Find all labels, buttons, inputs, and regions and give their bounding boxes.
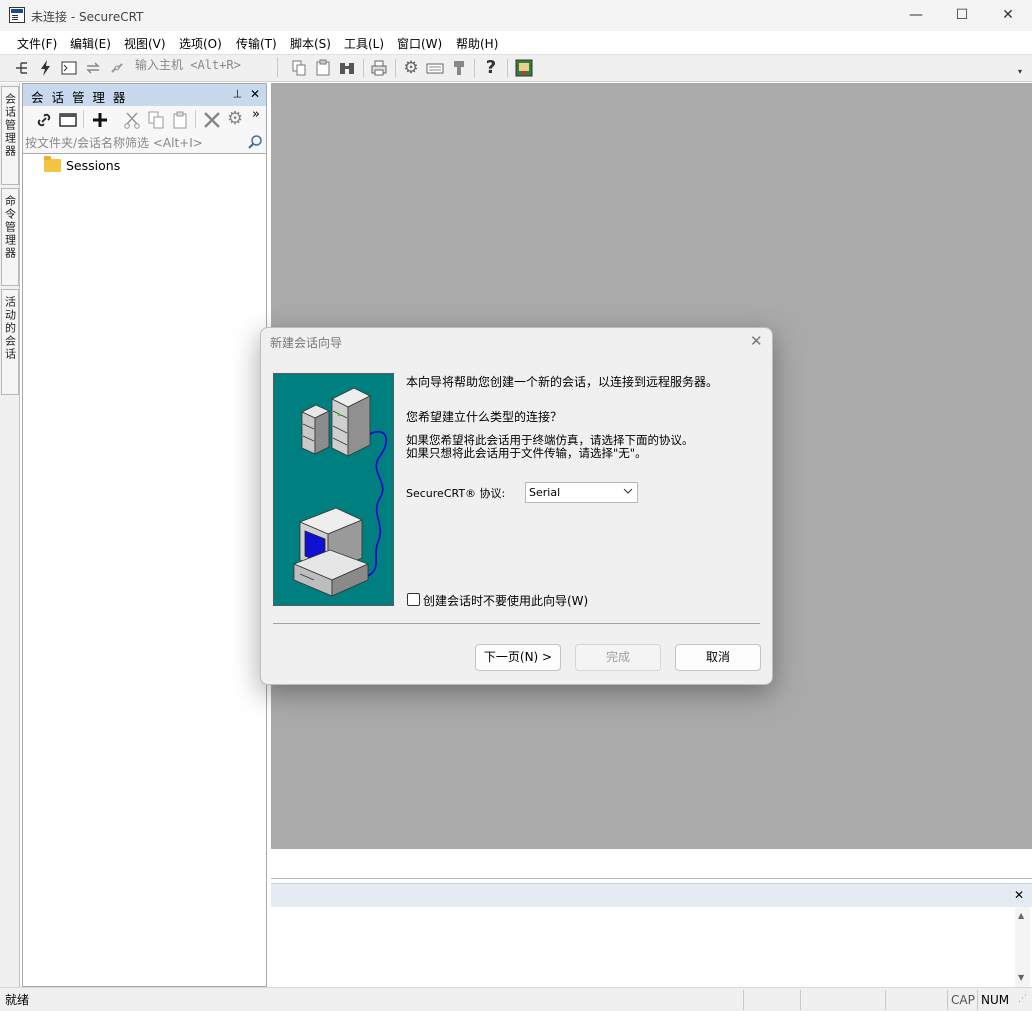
- find-icon[interactable]: [338, 59, 356, 77]
- sftp-icon[interactable]: [450, 59, 468, 77]
- tab-label: 命令管理器: [3, 195, 17, 260]
- menu-edit[interactable]: 编辑(E): [70, 35, 111, 52]
- search-icon[interactable]: [247, 134, 263, 153]
- session-input-bar[interactable]: [271, 849, 1032, 879]
- protocol-label: SecureCRT® 协议:: [406, 487, 506, 500]
- command-window-header: ✕: [271, 883, 1032, 907]
- menu-file[interactable]: 文件(F): [17, 35, 57, 52]
- menu-bar: 文件(F) 编辑(E) 视图(V) 选项(O) 传输(T) 脚本(S) 工具(L…: [0, 31, 1032, 55]
- resize-grip-icon[interactable]: ⋰: [1018, 994, 1030, 1006]
- protocol-select[interactable]: Serial: [525, 482, 638, 503]
- session-manager-panel: 会 话 管 理 器 ⊣ ✕ ⚙ » 按文件夹/会话名称筛选 <Alt+I> Se…: [22, 83, 267, 987]
- folder-icon: [44, 156, 61, 172]
- menu-help[interactable]: 帮助(H): [456, 35, 498, 52]
- title-bar: 未连接 - SecureCRT — ☐ ✕: [0, 0, 1032, 31]
- status-cell: [885, 990, 947, 1010]
- toolbar-separator: [507, 59, 508, 78]
- maximize-button[interactable]: ☐: [939, 0, 985, 31]
- tab-label: 活动的会话: [3, 296, 17, 361]
- securecrt-app-icon[interactable]: [9, 7, 25, 23]
- toolbar-separator: [395, 59, 396, 78]
- toolbar-separator: [83, 110, 84, 128]
- lightning-icon[interactable]: [37, 59, 55, 77]
- new-tab-icon[interactable]: [59, 111, 77, 132]
- wizard-hint-transfer: 如果只想将此会话用于文件传输，请选择"无"。: [406, 446, 647, 460]
- status-ready: 就绪: [5, 993, 30, 1007]
- pin-icon[interactable]: ⊣: [230, 89, 243, 99]
- protocol-value: Serial: [529, 486, 561, 499]
- copy-session-icon[interactable]: [147, 111, 165, 132]
- wizard-question-text: 您希望建立什么类型的连接？: [406, 410, 563, 424]
- menu-tools[interactable]: 工具(L): [344, 35, 384, 52]
- status-cell: [743, 990, 800, 1010]
- add-session-icon[interactable]: [91, 111, 109, 132]
- skip-wizard-checkbox[interactable]: [407, 593, 420, 606]
- menu-options[interactable]: 选项(O): [179, 35, 222, 52]
- paste-icon[interactable]: [314, 59, 332, 77]
- menu-view[interactable]: 视图(V): [124, 35, 166, 52]
- tab-command-manager[interactable]: 命令管理器: [1, 188, 19, 286]
- print-icon[interactable]: [370, 59, 388, 77]
- session-manager-title: 会 话 管 理 器: [31, 90, 128, 105]
- cancel-button[interactable]: 取消: [675, 644, 761, 671]
- scroll-up-arrow[interactable]: ▲: [1018, 911, 1024, 920]
- toolbar-overflow-icon[interactable]: ▾: [1018, 67, 1022, 76]
- scroll-down-arrow[interactable]: ▼: [1018, 973, 1024, 982]
- toolbar-separator: [474, 59, 475, 78]
- tab-label: 会话管理器: [3, 93, 17, 158]
- main-toolbar: 输入主机 <Alt+R> ⚙ ? ▾: [0, 55, 1032, 82]
- session-filter-input[interactable]: 按文件夹/会话名称筛选 <Alt+I>: [23, 132, 266, 154]
- filter-placeholder: 按文件夹/会话名称筛选 <Alt+I>: [25, 136, 203, 150]
- help-icon[interactable]: ?: [482, 59, 500, 77]
- finish-button[interactable]: 完成: [575, 644, 661, 671]
- new-session-wizard-dialog: 新建会话向导 ✕ 本向导将帮助您创建一个新的会话，以连接到远程服务器。 您希望建…: [260, 327, 773, 685]
- close-window-button[interactable]: ✕: [985, 0, 1031, 31]
- close-command-window-button[interactable]: ✕: [1014, 888, 1024, 902]
- dialog-divider: [273, 623, 760, 624]
- command-window-scrollbar[interactable]: ▲ ▼: [1015, 907, 1030, 987]
- status-cell: [800, 990, 885, 1010]
- command-window[interactable]: [271, 907, 1032, 987]
- status-num: NUM: [977, 990, 1015, 1010]
- link-icon[interactable]: [35, 111, 53, 132]
- properties-icon[interactable]: ⚙: [227, 108, 243, 129]
- menu-window[interactable]: 窗口(W): [397, 35, 442, 52]
- next-button[interactable]: 下一页(N) >: [475, 644, 561, 671]
- keymap-icon[interactable]: [426, 59, 444, 77]
- session-manager-header: 会 话 管 理 器 ⊣ ✕: [23, 84, 266, 106]
- about-icon[interactable]: [515, 59, 533, 77]
- dialog-title: 新建会话向导: [270, 336, 343, 350]
- reconnect-icon[interactable]: [84, 59, 102, 77]
- menu-script[interactable]: 脚本(S): [290, 35, 331, 52]
- menu-transfer[interactable]: 传输(T): [236, 35, 277, 52]
- terminal-icon[interactable]: [60, 59, 78, 77]
- cut-icon[interactable]: [123, 111, 141, 132]
- chevron-down-icon: [623, 486, 633, 499]
- quick-connect-input[interactable]: 输入主机 <Alt+R>: [131, 57, 278, 77]
- status-cap: CAP: [947, 990, 977, 1010]
- tab-active-sessions[interactable]: 活动的会话: [1, 289, 19, 395]
- wizard-illustration: [273, 373, 394, 606]
- side-tab-strip: 会话管理器 命令管理器 活动的会话: [0, 83, 20, 987]
- disconnect-icon[interactable]: [108, 59, 126, 77]
- minimize-button[interactable]: —: [893, 0, 939, 31]
- session-manager-toolbar: ⚙ »: [23, 106, 266, 132]
- toolbar-separator: [363, 59, 364, 78]
- copy-icon[interactable]: [290, 59, 308, 77]
- delete-icon[interactable]: [203, 111, 221, 132]
- toolbar-separator: [195, 110, 196, 128]
- session-folder-label: Sessions: [66, 158, 121, 173]
- close-panel-button[interactable]: ✕: [250, 87, 260, 101]
- dialog-close-button[interactable]: ✕: [750, 332, 763, 350]
- status-bar: 就绪 CAP NUM ⋰: [0, 987, 1032, 1011]
- connect-tree-icon[interactable]: [13, 59, 31, 77]
- settings-icon[interactable]: ⚙: [402, 59, 420, 77]
- skip-wizard-label[interactable]: 创建会话时不要使用此向导(W): [423, 592, 588, 609]
- tab-session-manager[interactable]: 会话管理器: [1, 86, 19, 185]
- paste-session-icon[interactable]: [171, 111, 189, 132]
- toolbar-overflow-icon[interactable]: »: [252, 107, 260, 122]
- wizard-intro-text: 本向导将帮助您创建一个新的会话，以连接到远程服务器。: [406, 375, 719, 389]
- window-title: 未连接 - SecureCRT: [31, 10, 144, 24]
